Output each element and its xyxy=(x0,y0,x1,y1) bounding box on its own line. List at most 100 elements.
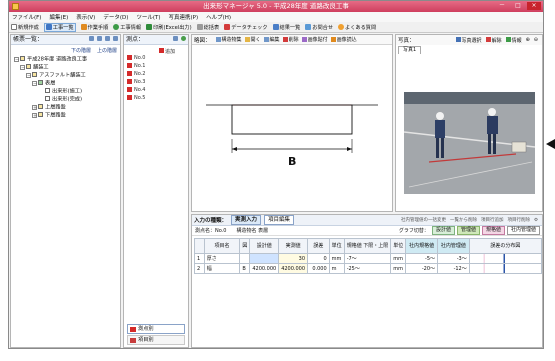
tree-item-lower-base[interactable]: ＋下層路盤 xyxy=(11,112,120,120)
results-button[interactable]: 結果一覧 xyxy=(272,24,300,31)
delete-button[interactable]: 削除 xyxy=(282,36,299,43)
design-value-cell[interactable]: 4200.000 xyxy=(249,263,280,274)
view-tabs: 測点別 項目別 xyxy=(127,323,185,345)
add-icon[interactable] xyxy=(105,36,110,41)
menu-edit[interactable]: 編集(E) xyxy=(49,13,68,21)
flag-icon xyxy=(127,54,132,60)
project-info-button[interactable]: 工事情報 xyxy=(113,24,141,31)
new-button[interactable]: 新規作成 xyxy=(11,24,39,31)
zoom-out-icon[interactable]: ⊖ xyxy=(534,37,538,43)
zoom-in-icon[interactable]: ⊕ xyxy=(526,37,530,43)
design-value-cell[interactable] xyxy=(249,253,280,264)
edit-button[interactable]: 編集 xyxy=(263,36,280,43)
point-item[interactable]: No.5 xyxy=(127,94,185,102)
level-up-link[interactable]: 上の階層 xyxy=(97,47,117,54)
tree-item-completion[interactable]: 出来形(完成) xyxy=(11,96,120,104)
menu-view[interactable]: 表示(V) xyxy=(76,13,95,21)
point-item[interactable]: No.2 xyxy=(127,70,185,78)
tree-item-upper-base[interactable]: ＋上層路盤 xyxy=(11,104,120,112)
minimize-button[interactable]: － xyxy=(495,2,509,10)
structure-library-button[interactable]: 構造物集 xyxy=(215,36,242,43)
table-row[interactable]: 2 幅 B 4200.000 4200.000 0.000 m -25〜 mm … xyxy=(194,263,543,274)
inquiry-button[interactable]: お問合せ xyxy=(305,24,333,31)
tab-by-item[interactable]: 項目別 xyxy=(127,335,185,345)
check-icon xyxy=(224,24,231,30)
point-item[interactable]: No.1 xyxy=(127,62,185,70)
point-item[interactable]: No.0 xyxy=(127,54,185,62)
settings-icon[interactable]: ⚙ xyxy=(534,218,538,223)
diagram-canvas[interactable]: B xyxy=(192,47,392,211)
tab-item-edit[interactable]: 項目編集 xyxy=(264,215,295,225)
load-image-button[interactable]: 画像読込 xyxy=(330,36,357,43)
design-value-toggle[interactable]: 設計値 xyxy=(431,226,455,235)
menu-help[interactable]: ヘルプ(H) xyxy=(206,13,231,21)
summary-button[interactable]: 総括表 xyxy=(196,24,219,31)
menu-tools[interactable]: ツール(T) xyxy=(136,13,160,21)
tab-actual-input[interactable]: 実測入力 xyxy=(231,215,262,225)
copy-icon[interactable] xyxy=(89,36,94,41)
print-button[interactable]: 印刷(Excel出力) xyxy=(146,24,192,31)
collapse-icon[interactable]: － xyxy=(32,81,37,86)
faq-button[interactable]: よくある質問 xyxy=(338,24,376,31)
flag-icon xyxy=(130,326,136,332)
maximize-button[interactable]: □ xyxy=(511,2,525,10)
open-button[interactable]: 開く xyxy=(244,36,261,43)
measurement-table: 項目名 図 設計値 実測値 誤差 単位 規格値 下限・上限 単位 社内規格値 社… xyxy=(194,238,543,274)
tree-item-project[interactable]: －平成28年度 道路改良工事 xyxy=(11,56,120,64)
diagram-panel: 略図： 構造物集 開く 編集 削除 画像貼付 画像読込 B xyxy=(191,34,393,212)
collapse-icon[interactable]: － xyxy=(20,65,25,70)
actual-value-cell[interactable]: 4200.000 xyxy=(278,263,309,274)
work-steps-button[interactable]: 作業手順 xyxy=(80,24,108,31)
col-item-name: 項目名 xyxy=(203,238,241,254)
excel-icon xyxy=(146,24,153,30)
delete-item-row-button[interactable]: 項目行削除 xyxy=(507,217,530,223)
remove-from-list-button[interactable]: 一覧から削除 xyxy=(450,217,477,223)
settings-icon[interactable] xyxy=(173,36,178,41)
collapse-icon[interactable]: － xyxy=(14,57,19,62)
point-item[interactable]: No.4 xyxy=(127,86,185,94)
menu-data[interactable]: データ(D) xyxy=(103,13,128,21)
tree-item-asphalt[interactable]: －アスファルト舗装工 xyxy=(11,72,120,80)
table-row[interactable]: 1 厚さ 30 0 mm -7〜 mm -5〜 -3〜 xyxy=(194,253,543,264)
new-file-icon xyxy=(11,24,17,30)
refresh-icon[interactable] xyxy=(181,36,186,41)
standard-value-toggle[interactable]: 規格値 xyxy=(481,226,505,235)
menu-photo[interactable]: 写真連携(P) xyxy=(169,13,199,21)
document-icon xyxy=(45,96,50,101)
col-design-value: 設計値 xyxy=(249,238,280,254)
point-name-label: 測点名：No.0 xyxy=(195,228,227,234)
tab-by-point[interactable]: 測点別 xyxy=(127,324,185,334)
expand-icon[interactable]: ＋ xyxy=(32,105,37,110)
expand-icon[interactable]: ＋ xyxy=(32,113,37,118)
photo-tab[interactable]: 写真1 xyxy=(398,46,422,54)
project-list-button[interactable]: 工事一覧 xyxy=(43,22,76,32)
point-item[interactable]: No.3 xyxy=(127,78,185,86)
library-icon xyxy=(215,36,221,42)
select-photo-button[interactable]: 写真選択 xyxy=(455,37,482,44)
distribution-cell xyxy=(468,253,543,264)
delete-icon[interactable] xyxy=(113,36,118,41)
tree-item-paving[interactable]: －舗装工 xyxy=(11,64,120,72)
close-button[interactable]: × xyxy=(527,2,541,10)
points-title: 測点： xyxy=(126,36,145,43)
control-value-toggle[interactable]: 管理値 xyxy=(456,226,480,235)
unlink-photo-button[interactable]: 解除 xyxy=(485,37,502,44)
photo-info-button[interactable]: 情報 xyxy=(505,37,522,44)
collapse-icon[interactable]: － xyxy=(26,73,31,78)
folder-icon xyxy=(244,36,250,42)
add-point-button[interactable]: 追加 xyxy=(159,48,175,55)
bulk-change-button[interactable]: 社内管理値の一括変更 xyxy=(401,217,446,223)
graph-switch-label: グラフ切替： xyxy=(398,228,429,234)
menu-file[interactable]: ファイル(F) xyxy=(12,13,41,21)
paste-image-button[interactable]: 画像貼付 xyxy=(301,36,328,43)
internal-control-checkbox[interactable]: 社内管理値 xyxy=(506,226,540,235)
add-item-row-button[interactable]: 項目行追加 xyxy=(481,217,504,223)
paste-icon[interactable] xyxy=(97,36,102,41)
actual-value-cell[interactable]: 30 xyxy=(278,253,309,264)
data-check-button[interactable]: データチェック xyxy=(224,24,268,31)
level-down-link[interactable]: 下の階層 xyxy=(71,47,91,54)
folder-icon xyxy=(26,64,31,69)
mail-icon xyxy=(305,24,312,30)
tree-item-construction[interactable]: 出来形(施工) xyxy=(11,88,120,96)
tree-item-surface[interactable]: －表層 xyxy=(11,80,120,88)
